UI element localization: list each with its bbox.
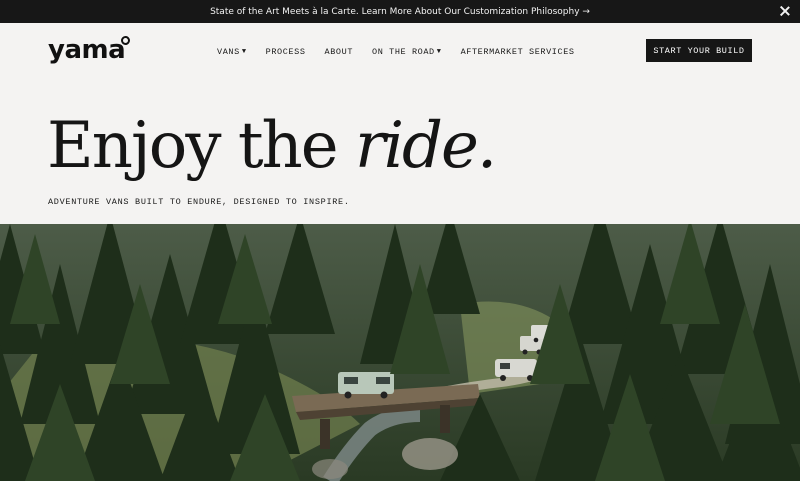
nav-item-about[interactable]: ABOUT [325, 47, 354, 57]
nav-item-label: VANS [217, 47, 240, 57]
caret-down-icon: ▼ [436, 48, 442, 56]
nav-item-label: ON THE ROAD [372, 47, 435, 57]
start-build-button[interactable]: START YOUR BUILD [646, 39, 752, 62]
nav-item-label: PROCESS [265, 47, 306, 57]
hero-title: Enjoy the ride. [47, 114, 497, 178]
hero-photo-forest-vans [0, 224, 800, 481]
site-header: yama VANS ▼ PROCESS ABOUT ON THE ROAD ▼ … [0, 23, 800, 83]
forest-scene-image [0, 224, 800, 481]
announcement-bar[interactable]: State of the Art Meets à la Carte. Learn… [0, 0, 800, 23]
hero-tagline: ADVENTURE VANS BUILT TO ENDURE, DESIGNED… [48, 197, 350, 207]
nav-item-label: ABOUT [324, 47, 354, 57]
brand-logo[interactable]: yama [48, 35, 126, 65]
main-nav: VANS ▼ PROCESS ABOUT ON THE ROAD ▼ AFTER… [217, 47, 594, 57]
logo-degree-mark [121, 36, 130, 45]
nav-item-on-the-road[interactable]: ON THE ROAD ▼ [372, 47, 442, 57]
nav-item-process[interactable]: PROCESS [266, 47, 306, 57]
caret-down-icon: ▼ [241, 48, 247, 56]
announcement-text[interactable]: State of the Art Meets à la Carte. Learn… [210, 7, 590, 17]
hero-title-accent: ride. [354, 109, 497, 183]
nav-item-label: AFTERMARKET SERVICES [460, 47, 575, 57]
close-icon[interactable] [779, 5, 791, 17]
hero-title-main: Enjoy the [47, 109, 355, 183]
nav-item-aftermarket-services[interactable]: AFTERMARKET SERVICES [461, 47, 575, 57]
nav-item-vans[interactable]: VANS ▼ [217, 47, 247, 57]
